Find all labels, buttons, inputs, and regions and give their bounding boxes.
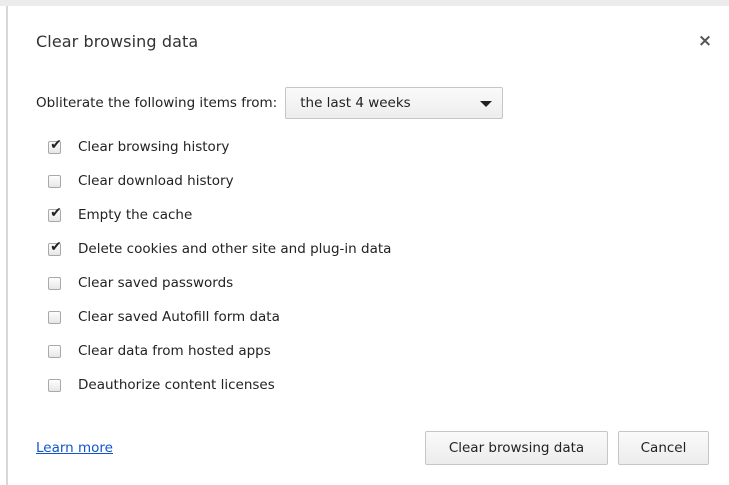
data-type-options: ✔ Clear browsing history Clear download … <box>48 130 391 402</box>
option-label: Delete cookies and other site and plug-i… <box>78 241 392 257</box>
time-range-select[interactable]: the last 4 weeks <box>285 87 504 119</box>
checkbox[interactable] <box>48 344 61 358</box>
option-deauthorize-licenses[interactable]: Deauthorize content licenses <box>48 368 391 402</box>
time-range-selected-value: the last 4 weeks <box>300 95 411 111</box>
option-clear-browsing-history[interactable]: ✔ Clear browsing history <box>48 130 391 164</box>
screen: Clear browsing data × Obliterate the fol… <box>0 0 729 485</box>
checkmark-icon <box>49 171 63 187</box>
checkbox[interactable]: ✔ <box>48 137 62 154</box>
option-clear-saved-passwords[interactable]: Clear saved passwords <box>48 266 391 300</box>
option-label: Clear browsing history <box>78 139 230 155</box>
clear-browsing-data-button[interactable]: Clear browsing data <box>425 431 608 465</box>
checkbox[interactable]: ✔ <box>48 239 62 256</box>
clear-browsing-data-dialog: Clear browsing data × Obliterate the fol… <box>8 6 729 485</box>
checkbox[interactable] <box>48 310 61 324</box>
time-range-row: Obliterate the following items from: the… <box>36 86 504 120</box>
option-label: Clear download history <box>78 173 234 189</box>
checkbox[interactable]: ✔ <box>48 205 62 222</box>
checkmark-icon <box>49 341 63 357</box>
checkmark-icon <box>49 273 63 289</box>
checkbox[interactable] <box>48 276 61 290</box>
option-clear-download-history[interactable]: Clear download history <box>48 164 391 198</box>
checkmark-icon: ✔ <box>50 204 62 221</box>
checkmark-icon: ✔ <box>50 136 62 153</box>
option-label: Clear data from hosted apps <box>78 343 271 359</box>
option-label: Empty the cache <box>78 207 193 223</box>
close-icon[interactable]: × <box>696 32 714 50</box>
checkbox[interactable] <box>48 378 61 392</box>
option-label: Deauthorize content licenses <box>78 377 275 393</box>
checkbox[interactable] <box>48 174 61 188</box>
option-clear-hosted-apps-data[interactable]: Clear data from hosted apps <box>48 334 391 368</box>
option-label: Clear saved passwords <box>78 275 234 291</box>
cancel-button[interactable]: Cancel <box>618 431 709 465</box>
checkmark-icon <box>49 307 63 323</box>
dialog-title: Clear browsing data <box>36 32 199 51</box>
chevron-down-icon <box>480 101 493 107</box>
checkmark-icon: ✔ <box>50 238 62 255</box>
option-label: Clear saved Autofill form data <box>78 309 280 325</box>
option-empty-cache[interactable]: ✔ Empty the cache <box>48 198 391 232</box>
option-delete-cookies[interactable]: ✔ Delete cookies and other site and plug… <box>48 232 391 266</box>
option-clear-autofill-data[interactable]: Clear saved Autofill form data <box>48 300 391 334</box>
time-range-label: Obliterate the following items from: <box>36 95 278 111</box>
learn-more-link[interactable]: Learn more <box>36 440 113 456</box>
checkmark-icon <box>49 375 63 391</box>
